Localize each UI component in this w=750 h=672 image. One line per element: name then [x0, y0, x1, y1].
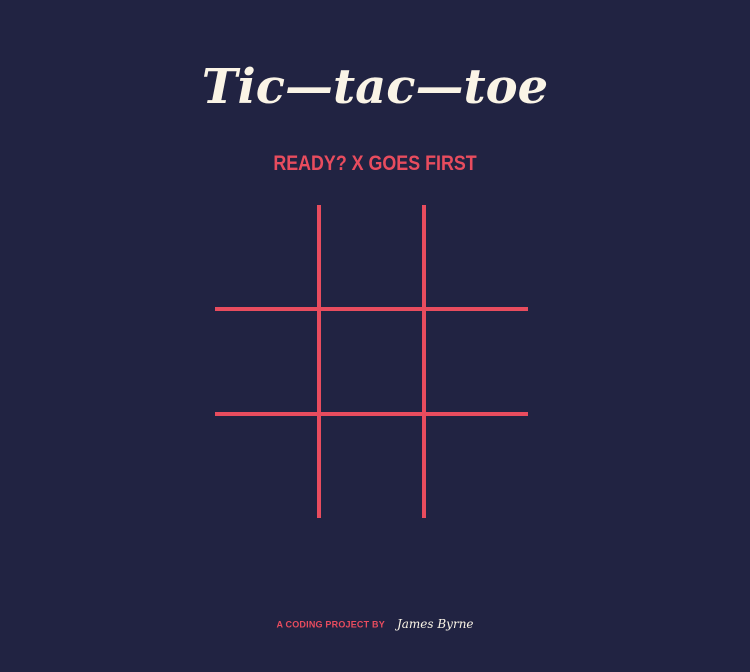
board-cell-8[interactable] — [321, 416, 423, 518]
footer: A CODING PROJECT BY James Byrne — [0, 612, 750, 636]
board-cell-2[interactable] — [321, 205, 423, 307]
board-cell-7[interactable] — [215, 416, 317, 518]
board-cell-6[interactable] — [426, 311, 528, 413]
status-message: READY? X GOES FIRST — [273, 152, 477, 175]
board-cell-9[interactable] — [426, 416, 528, 518]
game-page: Tic—tac—toe READY? X GOES FIRST A CODING… — [0, 0, 750, 672]
game-title: Tic—tac—toe — [201, 59, 549, 115]
board-cell-4[interactable] — [215, 311, 317, 413]
game-board — [215, 205, 528, 518]
board-cell-3[interactable] — [426, 205, 528, 307]
author-link[interactable]: James Byrne — [397, 617, 474, 631]
board-cell-5[interactable] — [321, 311, 423, 413]
footer-credit-label: A CODING PROJECT BY — [276, 619, 385, 630]
board-cell-1[interactable] — [215, 205, 317, 307]
